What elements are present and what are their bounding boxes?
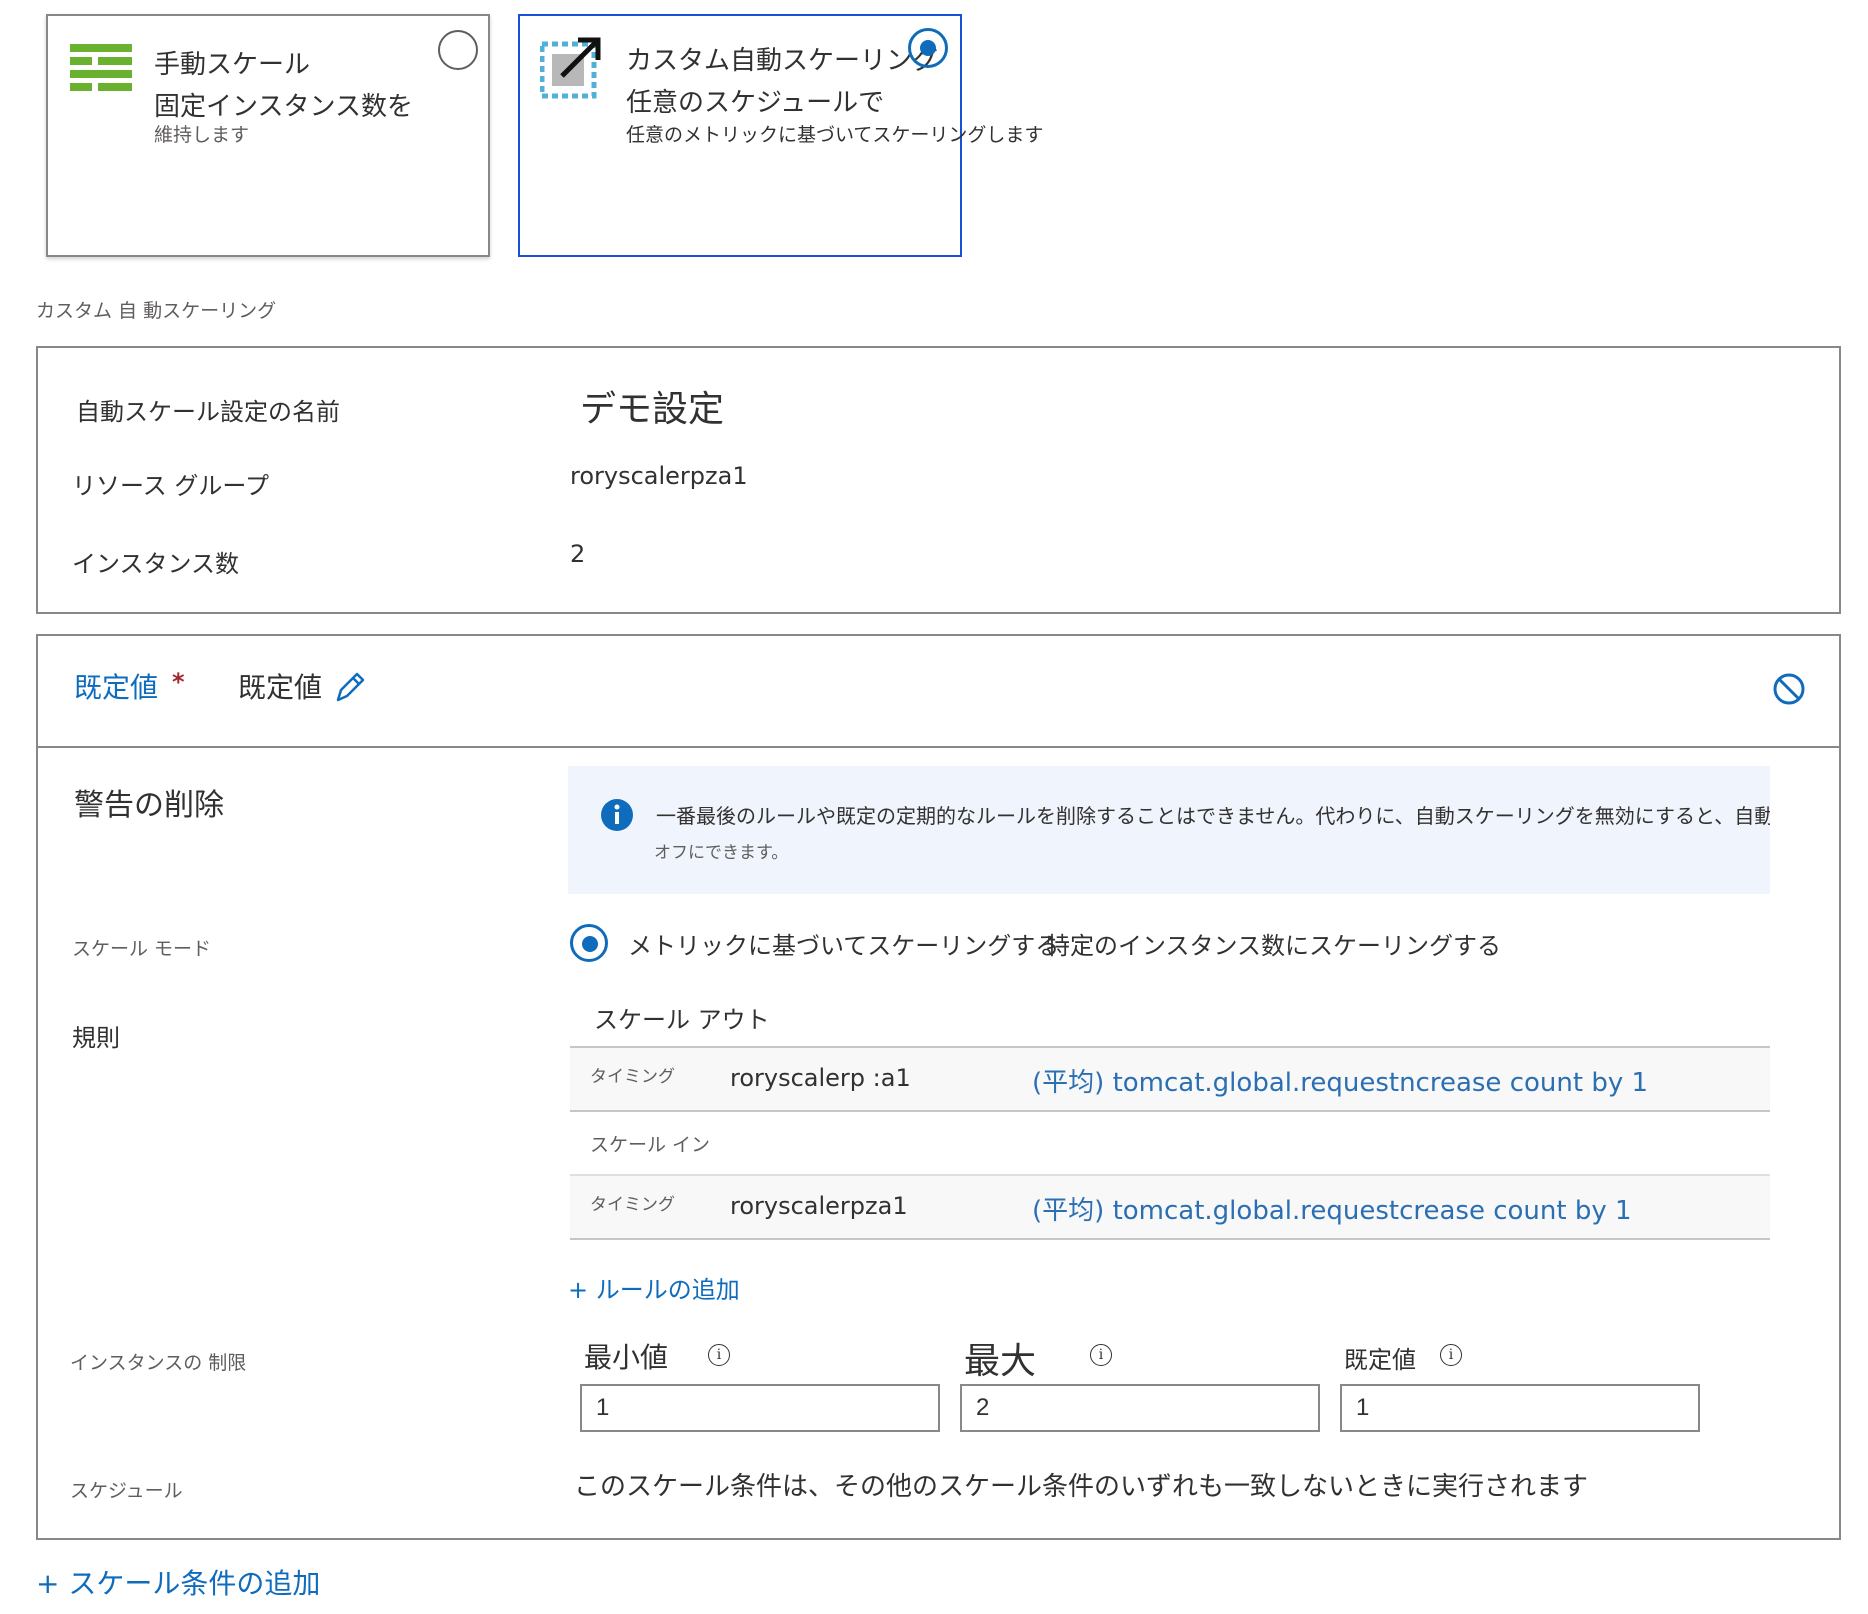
info-icon[interactable]: i (1090, 1344, 1112, 1366)
schedule-label: スケジュール (70, 1480, 183, 1502)
condition-header: 既定値 * 既定値 (38, 636, 1839, 748)
manual-scale-desc-2: 維持します (154, 124, 250, 146)
info-icon (601, 799, 633, 831)
rule-link[interactable]: (平均) tomcat.global.requestcrease count b… (1032, 1190, 1632, 1227)
max-instances-input[interactable]: 2 (960, 1384, 1320, 1432)
pencil-icon[interactable] (332, 670, 366, 706)
rule-timing-label: タイミング (590, 1067, 675, 1087)
delete-warning-title: 警告の削除 (74, 788, 224, 823)
manual-scale-option[interactable]: 手動スケール 固定インスタンス数を 維持します (46, 14, 490, 257)
scale-condition-panel: 既定値 * 既定値 警告の削除 一番最後のルールや既定の定期的なルールを削除する… (36, 634, 1841, 1540)
disable-icon[interactable] (1772, 672, 1806, 706)
scale-mode-metric-label[interactable]: メトリックに基づいてスケーリングする (628, 926, 1059, 961)
custom-autoscale-title: カスタム自動スケーリング (626, 46, 939, 76)
scale-mode-label: スケール モード (72, 938, 212, 960)
scale-in-header: スケール イン (590, 1134, 711, 1156)
min-label: 最小値 (584, 1341, 669, 1374)
resource-group-label: リソース グループ (72, 472, 269, 500)
setting-name-label: 自動スケール設定の名前 (76, 398, 340, 426)
rule-timing-label: タイミング (590, 1195, 675, 1215)
info-icon[interactable]: i (708, 1344, 730, 1366)
info-text-2: オフにできます。 (654, 843, 789, 863)
custom-autoscale-desc: 任意のスケジュールで (626, 88, 885, 118)
rule-aggregation: (平均) (1032, 1068, 1105, 1098)
scale-out-header: スケール アウト (594, 1006, 770, 1034)
info-text: 一番最後のルールや既定の定期的なルールを削除することはできません。代わりに、自動… (656, 804, 1770, 828)
required-mark: * (172, 668, 185, 696)
info-message: 一番最後のルールや既定の定期的なルールを削除することはできません。代わりに、自動… (568, 766, 1770, 894)
rule-aggregation: (平均) (1032, 1196, 1105, 1226)
condition-name: 既定値 (238, 671, 323, 704)
setting-name-value[interactable]: デモ設定 (580, 380, 724, 432)
max-label: 最大 (964, 1341, 1037, 1382)
custom-autoscale-icon (540, 37, 601, 99)
rule-link[interactable]: (平均) tomcat.global.requestncrease count … (1032, 1062, 1648, 1099)
table-row[interactable]: タイミング roryscalerpza1 (平均) tomcat.global.… (570, 1176, 1770, 1238)
add-rule-button[interactable]: + ルールの追加 (568, 1270, 740, 1305)
manual-scale-desc: 固定インスタンス数を (154, 92, 413, 122)
scale-mode-metric-radio[interactable] (570, 924, 608, 962)
rules-label: 規則 (72, 1024, 120, 1052)
min-instances-input[interactable]: 1 (580, 1384, 940, 1432)
info-icon[interactable]: i (1440, 1344, 1462, 1366)
custom-autoscale-option[interactable]: カスタム自動スケーリング 任意のスケジュールで 任意のメトリックに基づいてスケー… (518, 14, 1043, 257)
divider (570, 1238, 1770, 1240)
divider (570, 1110, 1770, 1112)
manual-scale-title: 手動スケール (154, 50, 311, 80)
rule-metric: tomcat.global.requestcrease count by 1 (1112, 1196, 1632, 1226)
resource-group-value: roryscalerpza1 (570, 462, 748, 490)
instance-count-value: 2 (570, 540, 586, 568)
default-label: 既定値 (1344, 1346, 1416, 1374)
custom-autoscale-desc-2: 任意のメトリックに基づいてスケーリングします (626, 124, 1044, 146)
schedule-text: このスケール条件は、その他のスケール条件のいずれも一致しないときに実行されます (574, 1472, 1589, 1502)
rule-metric: tomcat.global.requestncrease count by 1 (1112, 1068, 1649, 1098)
manual-scale-radio[interactable] (438, 30, 478, 70)
rule-resource: roryscalerp :a1 (730, 1064, 911, 1092)
autoscale-settings-panel: 自動スケール設定の名前 デモ設定 リソース グループ roryscalerpza… (36, 346, 1841, 614)
rule-resource: roryscalerpza1 (730, 1192, 908, 1220)
instance-count-label: インスタンス数 (72, 550, 240, 578)
scale-mode-instance-label[interactable]: 特定のインスタンス数にスケーリングする (1046, 926, 1501, 961)
custom-autoscale-radio[interactable] (908, 28, 948, 68)
add-scale-condition-button[interactable]: + スケール条件の追加 (36, 1562, 320, 1602)
instance-limits-label: インスタンスの 制限 (70, 1352, 247, 1374)
manual-scale-icon (70, 44, 132, 91)
section-caption: カスタム 自 動スケーリング (36, 300, 277, 322)
default-instances-input[interactable]: 1 (1340, 1384, 1700, 1432)
table-row[interactable]: タイミング roryscalerp :a1 (平均) tomcat.global… (570, 1048, 1770, 1110)
condition-tab-default[interactable]: 既定値 (74, 666, 158, 706)
